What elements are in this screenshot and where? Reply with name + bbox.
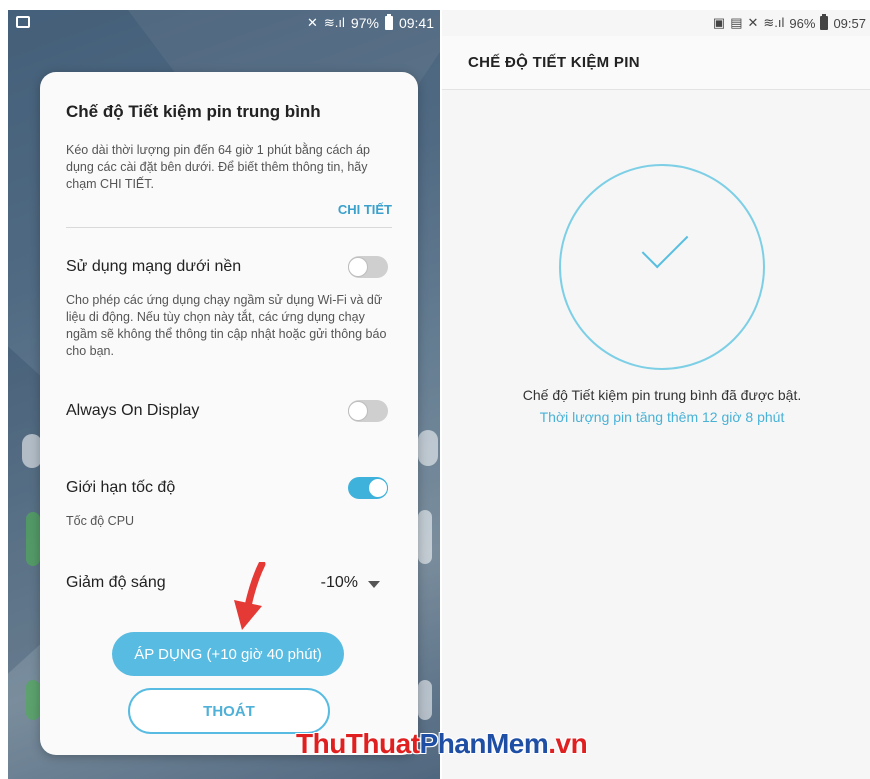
app-bar: CHẾ ĐỘ TIẾT KIỆM PIN: [442, 36, 870, 90]
wifi-signal-icon: ≋.ıl: [763, 15, 785, 30]
chevron-down-icon[interactable]: [368, 581, 380, 588]
background-widget: [22, 434, 42, 468]
background-app-icon: [418, 680, 432, 720]
dialog-description: Kéo dài thời lượng pin đến 64 giờ 1 phút…: [66, 143, 371, 191]
power-saving-dialog: Chế độ Tiết kiệm pin trung bình Kéo dài …: [40, 72, 418, 755]
background-app-icon: [26, 680, 40, 720]
right-status-bar: ▣ ▤ ✕ ≋.ıl 96% 09:57: [442, 10, 870, 36]
dialog-title: Chế độ Tiết kiệm pin trung bình: [66, 102, 321, 121]
check-icon: [641, 221, 689, 269]
success-circle: [559, 164, 765, 370]
mute-icon: ✕: [307, 15, 318, 30]
background-app-icon: [418, 510, 432, 564]
setting-background-data-label: Sử dụng mạng dưới nền: [66, 258, 242, 275]
clock: 09:57: [833, 15, 866, 31]
lock-icon: ▣: [712, 15, 726, 30]
speed-limit-toggle[interactable]: [348, 477, 388, 499]
setting-speed-limit-label: Giới hạn tốc độ: [66, 479, 176, 496]
success-message: Chế độ Tiết kiệm pin trung bình đã được …: [522, 387, 802, 403]
always-on-display-toggle[interactable]: [348, 400, 388, 422]
details-link[interactable]: CHI TIẾT: [338, 202, 392, 217]
background-widget: [418, 430, 438, 466]
red-arrow-icon: [234, 562, 266, 630]
battery-icon: [820, 14, 829, 30]
watermark-logo: ThuThuatPhanMem.vn: [296, 728, 588, 759]
extra-battery-time: Thời lượng pin tăng thêm 12 giờ 8 phút: [539, 409, 785, 425]
page-title: CHẾ ĐỘ TIẾT KIỆM PIN: [468, 54, 640, 71]
battery-percent: 96%: [789, 15, 816, 31]
setting-background-data-description: Cho phép các ứng dụng chạy ngầm sử dụng …: [66, 293, 387, 358]
setting-speed-limit-description: Tốc độ CPU: [66, 514, 135, 528]
right-phone-screen: ▣ ▤ ✕ ≋.ıl 96% 09:57 CHẾ ĐỘ TIẾT KIỆM PI…: [442, 10, 870, 779]
background-app-icon: [26, 512, 40, 566]
battery-icon: [384, 14, 393, 30]
clock: 09:41: [398, 15, 434, 31]
mute-icon: ✕: [747, 15, 759, 30]
setting-brightness-label: Giảm độ sáng: [66, 574, 166, 591]
left-status-bar: ✕ ≋.ıl 97% 09:41: [8, 10, 440, 36]
wifi-signal-icon: ≋.ıl: [323, 15, 345, 30]
apply-button[interactable]: ÁP DỤNG (+10 giờ 40 phút): [112, 632, 344, 676]
battery-percent: 97%: [350, 15, 379, 31]
background-data-toggle[interactable]: [348, 256, 388, 278]
gallery-icon: [16, 16, 30, 28]
brightness-dropdown-value[interactable]: -10%: [321, 574, 358, 592]
screenshot-stage: ✕ ≋.ıl 97% 09:41 Chế độ Tiết kiệm pin tr…: [0, 0, 870, 779]
divider: [66, 227, 392, 228]
cast-icon: ▤: [730, 15, 743, 30]
setting-always-on-display-label: Always On Display: [66, 402, 200, 419]
